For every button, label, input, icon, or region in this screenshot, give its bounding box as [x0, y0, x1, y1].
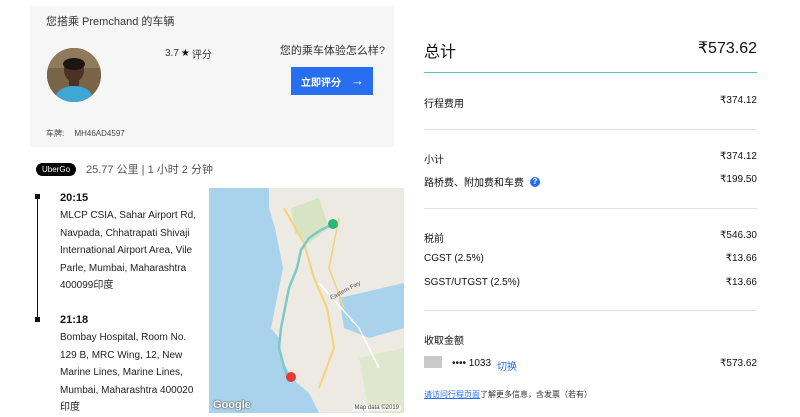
- footer-note: 请访问行程页面了解更多信息，含发票（若有）: [424, 389, 592, 400]
- amount-collected-value: ₹573.62: [720, 358, 757, 369]
- sgst-label: SGST/UTGST (2.5%): [424, 277, 520, 288]
- driver-title: 您搭乘 Premchand 的车辆: [46, 16, 175, 28]
- cgst-value: ₹13.66: [725, 253, 757, 264]
- trip-distance-duration: 25.77 公里 | 1 小时 2 分钟: [86, 164, 213, 176]
- rating-value: 3.7: [165, 48, 179, 59]
- tolls-label: 路桥费、附加费和车费: [424, 178, 524, 189]
- route-map[interactable]: Eastern Fwy Google Map data ©2019: [209, 188, 404, 413]
- map-attribution: Map data ©2019: [352, 405, 401, 411]
- total-divider: [424, 72, 757, 73]
- fare-value: ₹374.12: [720, 95, 757, 106]
- end-pin-icon: [286, 372, 296, 382]
- license-plate: 车牌: MH46AD4597: [46, 128, 125, 139]
- plate-label: 车牌:: [46, 129, 65, 138]
- credit-card-icon: [424, 356, 442, 368]
- pickup-time: 20:15: [60, 192, 89, 204]
- rating-suffix: 评分: [191, 50, 212, 61]
- dropoff-time: 21:18: [60, 314, 89, 326]
- total-value: ₹573.62: [697, 40, 757, 57]
- plate-number: MH46AD4597: [74, 129, 125, 138]
- start-pin-icon: [328, 219, 338, 229]
- fare-label: 行程费用: [424, 99, 464, 110]
- sgst-value: ₹13.66: [725, 277, 757, 288]
- trip-page-link[interactable]: 请访问行程页面: [424, 390, 480, 399]
- footer-text: 了解更多信息，含发票（若有）: [480, 390, 592, 399]
- pretax-value: ₹546.30: [720, 230, 757, 241]
- rate-now-button[interactable]: 立即评分 →: [291, 67, 373, 95]
- total-label: 总计: [424, 44, 457, 61]
- pickup-marker-icon: [35, 194, 40, 199]
- vehicle-type-badge: UberGo: [36, 162, 77, 176]
- pickup-address: MLCP CSIA, Sahar Airport Rd, Navpada, Ch…: [60, 210, 196, 292]
- help-icon[interactable]: ?: [530, 176, 540, 187]
- tolls-value: ₹199.50: [720, 174, 757, 185]
- switch-payment-link[interactable]: 切换: [497, 358, 517, 373]
- divider: [424, 129, 757, 130]
- arrow-right-icon: →: [351, 73, 364, 88]
- tolls-row-label: 路桥费、附加费和车费 ?: [424, 174, 540, 189]
- subtotal-label: 小计: [424, 155, 444, 166]
- subtotal-value: ₹374.12: [720, 151, 757, 162]
- card-number: •••• 1033: [452, 358, 492, 369]
- pretax-label: 税前: [424, 234, 444, 245]
- amount-collected-label: 收取金额: [424, 336, 464, 347]
- driver-avatar: [47, 48, 101, 102]
- cgst-label: CGST (2.5%): [424, 253, 484, 264]
- divider: [424, 310, 757, 311]
- dropoff-marker-icon: [35, 317, 40, 322]
- rate-now-label: 立即评分: [301, 77, 341, 89]
- google-logo: Google: [213, 399, 251, 411]
- driver-card: 您搭乘 Premchand 的车辆 3.7 ★ 评分 您的乘车体验怎么样? 立即…: [30, 6, 394, 147]
- dropoff-address: Bombay Hospital, Room No. 129 B, MRC Win…: [60, 332, 194, 414]
- divider: [424, 208, 757, 209]
- experience-question: 您的乘车体验怎么样?: [279, 45, 385, 57]
- route-timeline: [37, 196, 38, 320]
- star-icon: ★: [180, 48, 190, 59]
- trip-summary: UberGo 25.77 公里 | 1 小时 2 分钟: [36, 161, 213, 177]
- driver-rating: 3.7 ★ 评分: [165, 46, 212, 61]
